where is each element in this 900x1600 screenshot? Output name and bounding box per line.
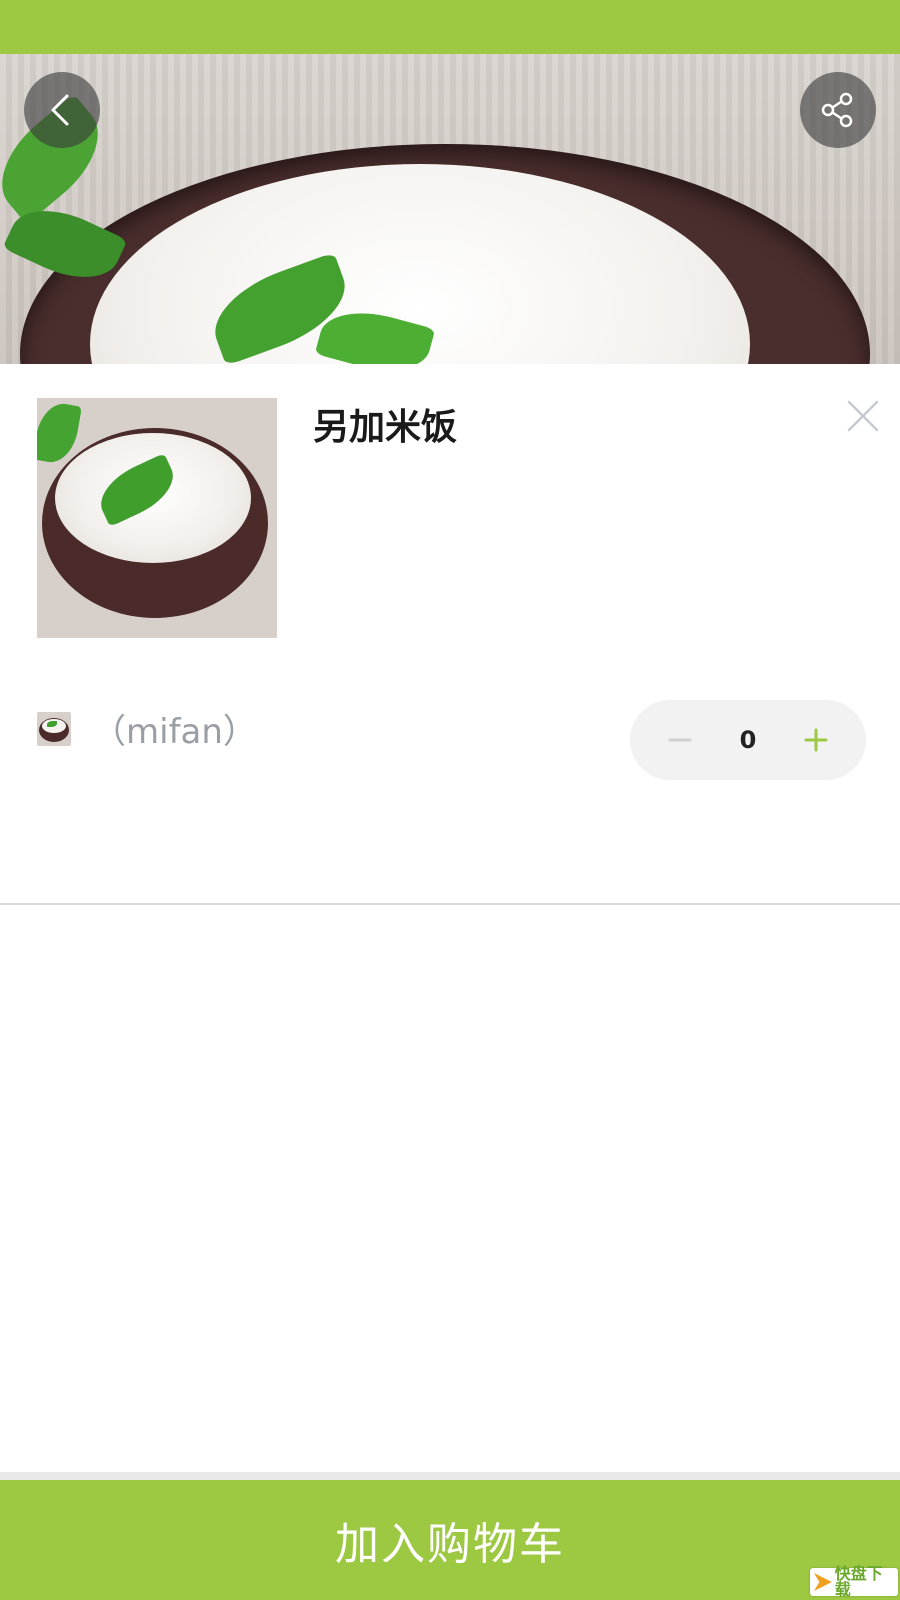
chevron-left-icon — [51, 94, 69, 126]
product-thumbnail — [37, 398, 277, 638]
decrement-button[interactable] — [650, 700, 710, 780]
quantity-stepper: 0 — [630, 700, 866, 780]
close-button[interactable] — [843, 396, 883, 436]
increment-button[interactable] — [786, 700, 846, 780]
product-title: 另加米饭 — [313, 407, 458, 448]
minus-icon — [668, 738, 692, 742]
quantity-value: 0 — [739, 726, 757, 754]
watermark-badge: 快盘下载 — [810, 1564, 898, 1599]
section-divider — [0, 903, 900, 905]
footer-separator — [0, 1472, 900, 1480]
close-icon — [847, 400, 879, 432]
share-button[interactable] — [800, 72, 876, 148]
add-to-cart-button[interactable]: 加入购物车 — [0, 1480, 900, 1600]
sku-label: （mifan） — [92, 712, 257, 752]
share-icon — [821, 92, 853, 128]
hero-image — [0, 54, 900, 364]
watermark-text: 快盘下载 — [834, 1564, 883, 1599]
plus-icon — [804, 728, 828, 752]
watermark-logo-icon — [814, 1573, 832, 1591]
top-status-bar — [0, 0, 900, 54]
back-button[interactable] — [24, 72, 100, 148]
sku-thumbnail[interactable] — [37, 712, 71, 746]
